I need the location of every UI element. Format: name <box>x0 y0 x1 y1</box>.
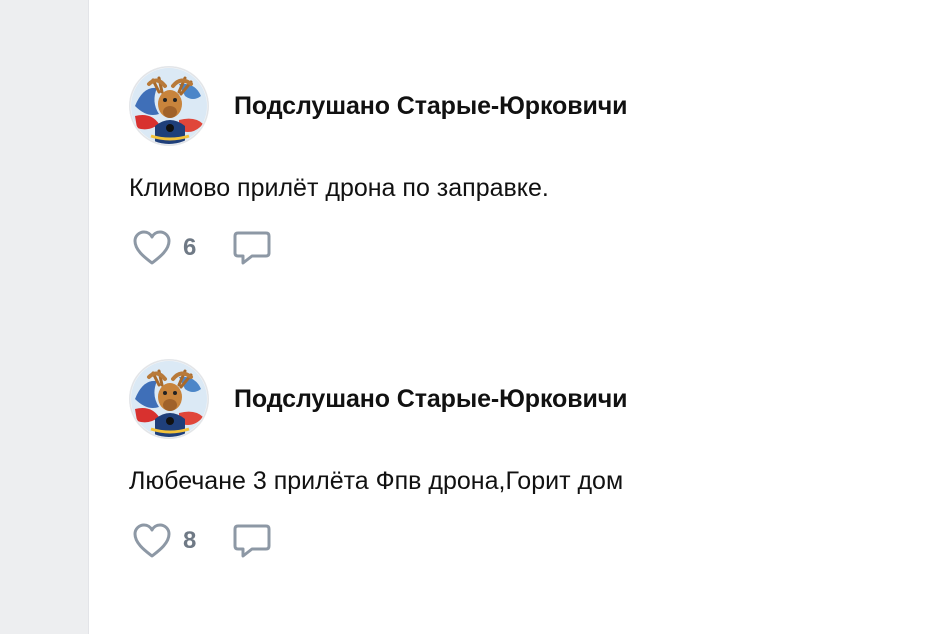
comment-icon <box>232 522 272 560</box>
heart-icon <box>131 229 173 267</box>
community-avatar[interactable] <box>129 359 209 439</box>
like-count: 6 <box>183 234 197 261</box>
post-actions: 8 <box>131 519 272 563</box>
author-name[interactable]: Подслушано Старые-Юрковичи <box>234 92 628 121</box>
moose-logo-image <box>129 359 209 439</box>
like-count: 8 <box>183 527 197 554</box>
post-text: Климово прилёт дрона по заправке. <box>129 174 549 202</box>
moose-logo-image <box>129 66 209 146</box>
author-name[interactable]: Подслушано Старые-Юрковичи <box>234 385 628 414</box>
comment-icon <box>232 229 272 267</box>
feed: Подслушано Старые-Юрковичи Климово прилё… <box>89 0 950 634</box>
community-avatar[interactable] <box>129 66 209 146</box>
like-button[interactable]: 8 <box>131 522 196 560</box>
comment-button[interactable] <box>232 229 272 267</box>
heart-icon <box>131 522 173 560</box>
comment-button[interactable] <box>232 522 272 560</box>
post-header: Подслушано Старые-Юрковичи <box>129 66 628 146</box>
post-text: Любечане 3 прилёта Фпв дрона,Горит дом <box>129 467 624 495</box>
post-actions: 6 <box>131 226 272 270</box>
post-header: Подслушано Старые-Юрковичи <box>129 359 628 439</box>
left-sidebar-rail <box>0 0 89 634</box>
like-button[interactable]: 6 <box>131 229 196 267</box>
